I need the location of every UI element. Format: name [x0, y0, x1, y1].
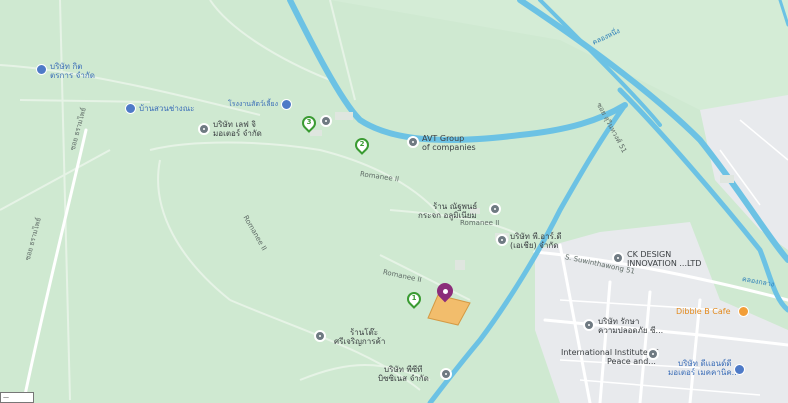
marker-number: 1 — [411, 294, 417, 302]
poi-label: ตรการ จำกัด — [50, 71, 95, 80]
place-icon — [314, 330, 326, 342]
marker-number: 2 — [359, 140, 365, 148]
road-label-romanee-4: Romanee II — [460, 219, 500, 227]
place-icon[interactable] — [320, 115, 332, 127]
cafe-icon — [738, 306, 749, 317]
poi-label: บริษัท เลฟ จิ — [213, 120, 256, 129]
poi-label: มอเตอร์ จำกัด — [213, 129, 262, 138]
poi-label: ความปลอดภัย ซี... — [598, 326, 664, 335]
building-icon — [36, 64, 47, 75]
poi-label: บิซซิเนส จำกัด — [378, 374, 429, 383]
place-icon — [407, 136, 419, 148]
poi-label: AVT Group — [422, 134, 465, 143]
poi-label: ร้าน ณัฐพนธ์ — [433, 202, 478, 211]
place-icon — [489, 203, 501, 215]
place-icon — [583, 319, 595, 331]
place-icon — [440, 368, 452, 380]
poi-label: บ้านสวนช่างณะ — [139, 104, 195, 113]
poi-label: บริษัท พี.อาร์.ดี — [510, 232, 562, 241]
poi-label: INNOVATION ...LTD — [627, 259, 702, 268]
poi-label: ร้านโต๊ะ — [350, 328, 379, 337]
poi-label: กระจก อลูมิเนียม — [418, 211, 477, 220]
place-icon — [612, 252, 624, 264]
pin-dot — [443, 289, 448, 294]
poi-label: มอเตอร์ เมคคานิค... — [668, 368, 740, 377]
map-canvas[interactable]: คลองหนึ่ง คลองกลาง Romanee II Romanee II… — [0, 0, 788, 403]
building-icon — [125, 103, 136, 114]
poi-label: (เอเชีย) จำกัด — [510, 241, 559, 250]
marker-number: 3 — [306, 118, 312, 126]
place-icon — [647, 348, 659, 360]
scale-bar: — — [0, 392, 34, 403]
map-base-layer — [0, 0, 788, 403]
poi-label: บริษัท พีซีที — [384, 365, 423, 374]
place-icon — [198, 123, 210, 135]
poi-label: บริษัท กิต — [50, 62, 83, 71]
poi-label: บริษัท รักษา — [598, 317, 640, 326]
poi-label: ศรีเจริญการค้า — [334, 337, 386, 346]
place-icon — [496, 234, 508, 246]
poi-label: โรงงานสัตว์เลี้ยง — [228, 100, 279, 108]
poi-label: of companies — [422, 143, 476, 152]
building-icon — [734, 364, 745, 375]
poi-label: CK DESIGN — [627, 250, 672, 259]
poi-label: Dibble B Cafe — [676, 307, 731, 316]
poi-label: บริษัท ดีแอนด์ดี — [678, 359, 732, 368]
poi-label: International Institute of — [561, 348, 659, 357]
building-icon — [281, 99, 292, 110]
